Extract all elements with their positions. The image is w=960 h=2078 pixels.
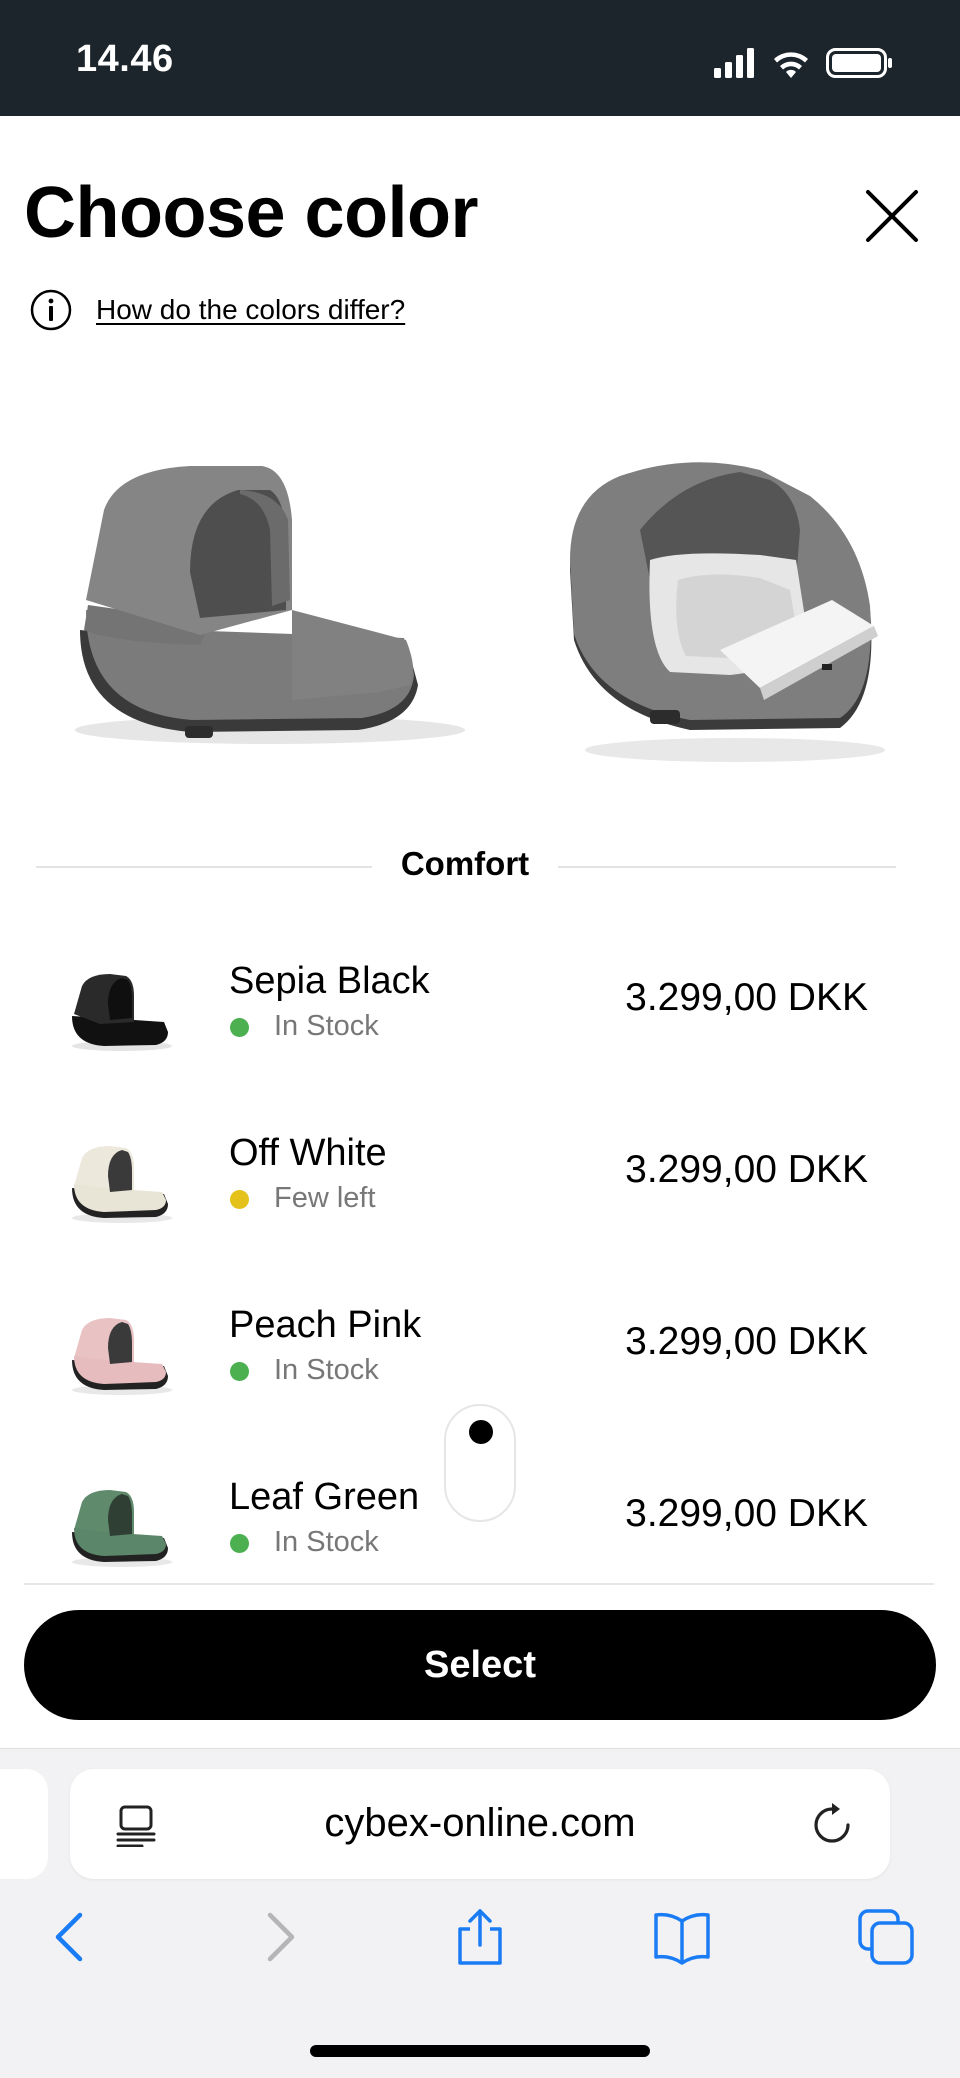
cot-top-view-image xyxy=(570,462,885,762)
page-title: Choose color xyxy=(24,173,479,253)
stock-indicator-dot xyxy=(230,1018,249,1037)
scroll-indicator-dot xyxy=(469,1420,493,1444)
color-name: Off White xyxy=(229,1132,387,1174)
stock-status: In Stock xyxy=(274,1354,379,1386)
address-bar[interactable]: cybex-online.com xyxy=(70,1769,890,1879)
reload-icon[interactable] xyxy=(810,1803,854,1847)
bookmarks-icon[interactable] xyxy=(652,1907,712,1967)
color-option-peach-pink[interactable]: Peach Pink In Stock 3.299,00 DKK xyxy=(0,1264,960,1424)
select-button[interactable]: Select xyxy=(24,1610,936,1720)
section-divider-right xyxy=(558,866,896,868)
cot-side-view-image xyxy=(75,466,465,744)
stock-indicator-dot xyxy=(230,1190,249,1209)
screen: 14.46 Choose color How do the colors dif… xyxy=(0,0,960,2078)
list-divider xyxy=(24,1583,934,1585)
back-icon[interactable] xyxy=(42,1907,102,1967)
stock-status: Few left xyxy=(274,1182,376,1214)
scroll-indicator[interactable] xyxy=(444,1404,516,1522)
home-indicator[interactable] xyxy=(310,2045,650,2057)
forward-icon[interactable] xyxy=(248,1907,308,1967)
battery-icon xyxy=(826,48,892,78)
status-bar: 14.46 xyxy=(0,0,960,116)
colors-differ-link[interactable]: How do the colors differ? xyxy=(96,294,405,326)
cot-thumbnail-icon xyxy=(72,974,172,1051)
signal-icon xyxy=(714,48,754,78)
wifi-icon xyxy=(774,52,808,78)
stock-indicator-dot xyxy=(230,1534,249,1553)
color-option-off-white[interactable]: Off White Few left 3.299,00 DKK xyxy=(0,1092,960,1252)
stock-status: In Stock xyxy=(274,1526,379,1558)
price: 3.299,00 DKK xyxy=(625,1148,868,1191)
color-name: Peach Pink xyxy=(229,1304,422,1346)
color-name: Sepia Black xyxy=(229,960,430,1002)
browser-toolbar: cybex-online.com xyxy=(0,1748,960,2078)
previous-tab-preview[interactable] xyxy=(0,1769,48,1879)
tabs-icon[interactable] xyxy=(856,1907,916,1967)
stock-indicator-dot xyxy=(230,1362,249,1381)
status-icons xyxy=(714,48,892,78)
info-row[interactable]: How do the colors differ? xyxy=(30,288,405,332)
cot-thumbnail-icon xyxy=(72,1490,172,1567)
url-text: cybex-online.com xyxy=(324,1801,636,1845)
cot-thumbnail-icon xyxy=(72,1146,172,1223)
cot-thumbnail-icon xyxy=(72,1318,172,1395)
color-option-sepia-black[interactable]: Sepia Black In Stock 3.299,00 DKK xyxy=(0,920,960,1080)
status-time: 14.46 xyxy=(76,38,174,80)
color-name: Leaf Green xyxy=(229,1476,420,1518)
price: 3.299,00 DKK xyxy=(625,976,868,1019)
share-icon[interactable] xyxy=(450,1907,510,1967)
info-icon xyxy=(30,289,72,331)
close-icon[interactable] xyxy=(862,186,922,246)
stock-status: In Stock xyxy=(274,1010,379,1042)
price: 3.299,00 DKK xyxy=(625,1492,868,1535)
price: 3.299,00 DKK xyxy=(625,1320,868,1363)
section-title: Comfort xyxy=(400,845,530,882)
